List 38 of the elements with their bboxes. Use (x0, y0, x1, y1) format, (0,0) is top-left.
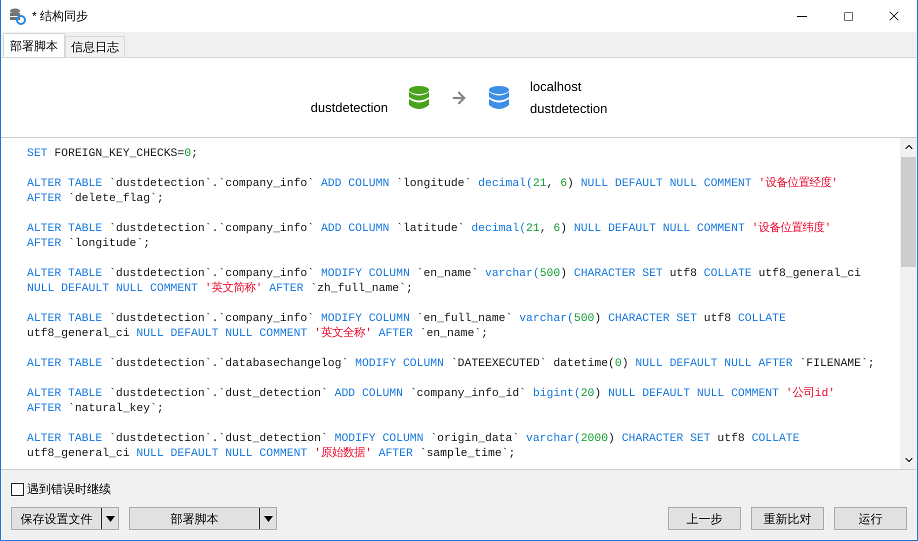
arrow-icon (450, 88, 468, 106)
code-line: SET FOREIGN_KEY_CHECKS=0; (27, 147, 198, 162)
split-button[interactable]: 保存设置文件 (11, 507, 119, 530)
checkbox[interactable] (11, 482, 24, 496)
maximize-icon (842, 10, 854, 22)
code-line: AFTER `delete_flag`; (27, 192, 164, 207)
code-line: NULL DEFAULT NULL COMMENT '英文简称' AFTER `zh_full_name`; (27, 282, 413, 297)
caret-icon (264, 516, 272, 522)
code-line: ALTER TABLE `dustdetection`.`company_info` ADD COLUMN `longitude` decimal(21, 6) NULL DEFAULT NULL COMMENT '设备位置经度' (27, 177, 838, 192)
code-line: ALTER TABLE `dustdetection`.`company_info` MODIFY COLUMN `en_full_name` varchar(500) CHARACTER SET utf8 COLLATE (27, 312, 786, 326)
code-line: ALTER TABLE `dustdetection`.`dust_detection` MODIFY COLUMN `origin_data` varchar(2000) CHARACTER SET utf8 COLLATE (27, 432, 800, 446)
action-button[interactable]: 重新比对 (751, 507, 824, 530)
scrollbar-thumb[interactable] (901, 157, 916, 267)
split-button[interactable]: 部署脚本 (129, 507, 277, 530)
code-line: utf8_general_ci NULL DEFAULT NULL COMMENT '原始数据' AFTER `sample_time`; (27, 447, 516, 462)
source-database-icon (408, 84, 430, 110)
tab[interactable]: 信息日志 (65, 36, 125, 57)
split-button-label[interactable]: 部署脚本 (130, 508, 260, 529)
code-line: AFTER `natural_key`; (27, 402, 164, 417)
target-database-name: dustdetection (530, 100, 608, 118)
split-button-label[interactable]: 保存设置文件 (12, 508, 102, 529)
action-button[interactable]: 运行 (834, 507, 907, 530)
code-line: utf8_general_ci NULL DEFAULT NULL COMMENT '英文全称' AFTER `en_name`; (27, 327, 488, 342)
tab[interactable]: 部署脚本 (3, 33, 65, 57)
database-sync-icon (9, 8, 26, 24)
code-line: ALTER TABLE `dustdetection`.`dust_detection` ADD COLUMN `company_info_id` bigint(20) NULL DEFAULT NULL COMMENT '公司id' (27, 387, 836, 402)
target-database-icon (488, 84, 510, 110)
code-line: ALTER TABLE `dustdetection`.`databasechangelog` MODIFY COLUMN `DATEEXECUTED` datetime(0) NULL DEFAULT NULL AFTER `FILENAME`; (27, 357, 875, 372)
source-database-name: dustdetection (310, 98, 388, 117)
action-button[interactable]: 上一步 (668, 507, 741, 530)
scrollbar[interactable] (900, 138, 917, 469)
code-line: ALTER TABLE `dustdetection`.`company_info` ADD COLUMN `latitude` decimal(21, 6) NULL DEFAULT NULL COMMENT '设备位置纬度' (27, 222, 832, 237)
window-title: * 结构同步 (32, 8, 88, 25)
caret-icon (106, 516, 114, 522)
checkbox-label: 遇到错误时继续 (27, 481, 111, 498)
code-line: AFTER `longitude`; (27, 237, 150, 252)
target-host: localhost (530, 78, 582, 96)
code-line: ALTER TABLE `dustdetection`.`company_info` MODIFY COLUMN `en_name` varchar(500) CHARACTER SET utf8 COLLATE utf8_general_ci (27, 267, 861, 282)
